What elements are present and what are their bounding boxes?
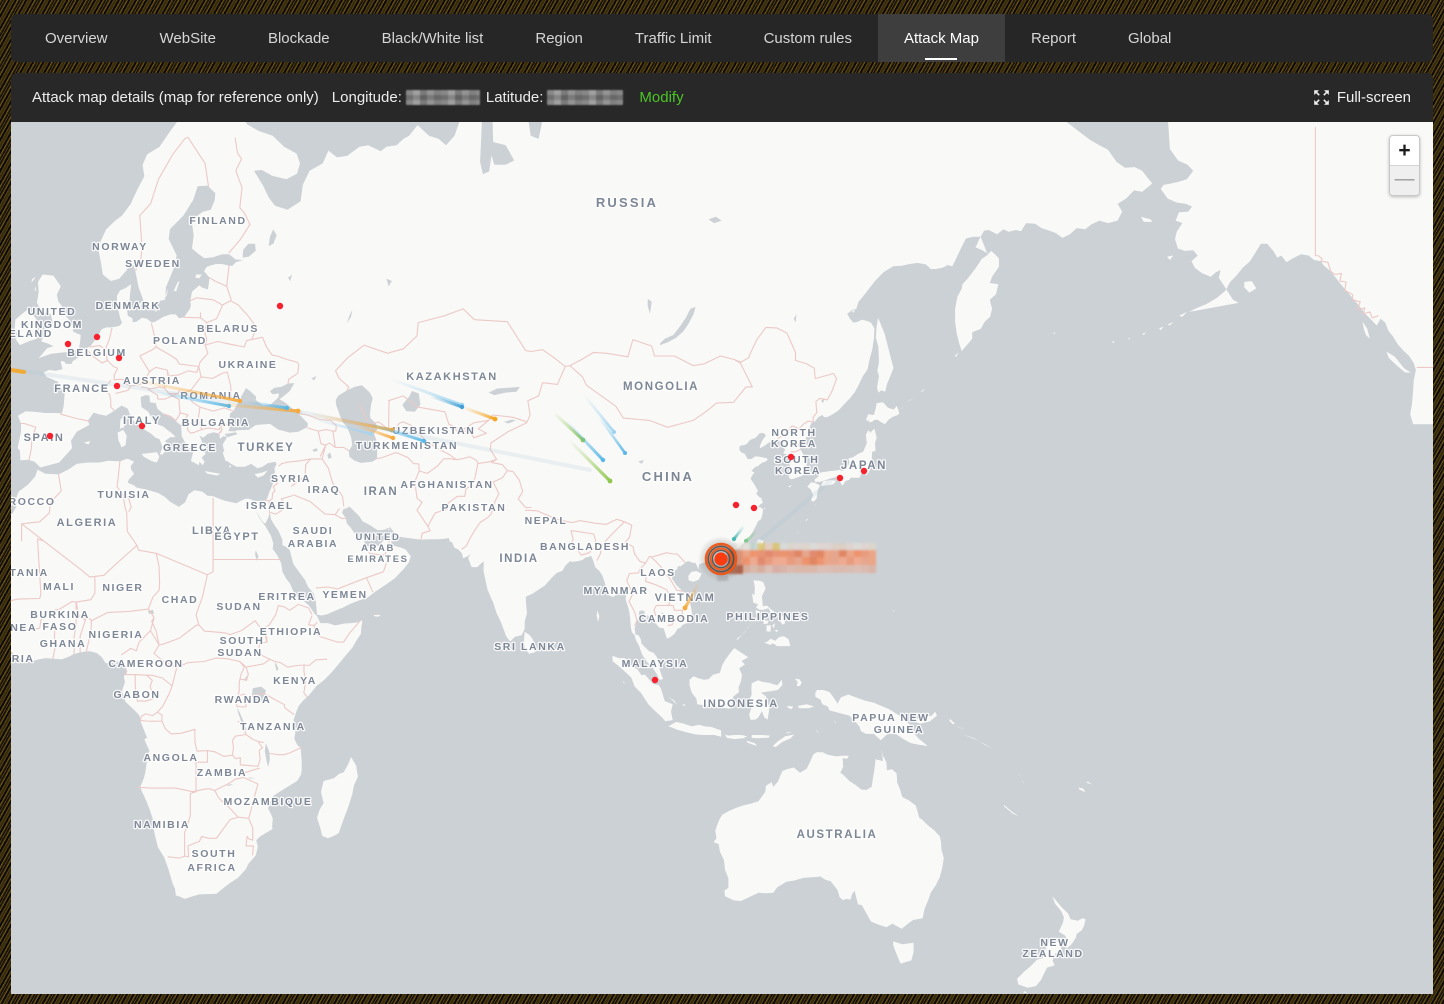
svg-text:ISRAEL: ISRAEL [246, 500, 294, 512]
svg-text:EGYPT: EGYPT [214, 531, 259, 543]
svg-text:RUSSIA: RUSSIA [596, 195, 658, 210]
svg-text:UNITED: UNITED [28, 306, 77, 318]
svg-text:SYRIA: SYRIA [271, 473, 311, 485]
svg-text:SOUTH: SOUTH [192, 848, 237, 860]
svg-text:LAOS: LAOS [640, 567, 676, 579]
svg-text:NORWAY: NORWAY [92, 241, 148, 253]
svg-text:GHANA: GHANA [40, 638, 87, 650]
svg-text:AFGHANISTAN: AFGHANISTAN [400, 479, 493, 491]
svg-text:INDONESIA: INDONESIA [703, 698, 779, 710]
svg-text:CHAD: CHAD [162, 594, 199, 606]
svg-text:PAKISTAN: PAKISTAN [442, 502, 507, 514]
svg-text:DENMARK: DENMARK [96, 300, 161, 312]
svg-text:SOUTH: SOUTH [220, 635, 265, 647]
svg-text:MAURITANIA: MAURITANIA [11, 567, 49, 579]
svg-text:NAMIBIA: NAMIBIA [134, 819, 190, 831]
svg-text:UKRAINE: UKRAINE [218, 359, 277, 371]
svg-text:FASO: FASO [43, 621, 78, 633]
svg-text:TANZANIA: TANZANIA [240, 721, 306, 733]
svg-text:ERITREA: ERITREA [258, 591, 315, 603]
svg-text:CAMBODIA: CAMBODIA [639, 613, 710, 625]
svg-text:SAUDI: SAUDI [293, 525, 334, 537]
svg-text:ARAB: ARAB [361, 543, 395, 554]
svg-text:TURKEY: TURKEY [238, 442, 295, 454]
svg-text:ZEALAND: ZEALAND [1022, 948, 1083, 960]
svg-text:SRI LANKA: SRI LANKA [494, 641, 566, 653]
svg-text:GUINEA: GUINEA [11, 622, 37, 634]
svg-text:ALGERIA: ALGERIA [57, 517, 118, 529]
svg-text:FRANCE: FRANCE [54, 383, 109, 395]
svg-text:BURKINA: BURKINA [30, 609, 90, 621]
svg-text:ARABIA: ARABIA [288, 538, 338, 550]
svg-text:UNITED: UNITED [356, 532, 401, 543]
svg-text:VIETNAM: VIETNAM [655, 592, 716, 604]
svg-text:PHILIPPINES: PHILIPPINES [727, 611, 810, 623]
svg-text:SUDAN: SUDAN [216, 601, 261, 613]
svg-text:MOROCCO: MOROCCO [11, 496, 56, 508]
svg-text:LIBERIA: LIBERIA [11, 653, 35, 665]
svg-text:AFRICA: AFRICA [187, 862, 236, 874]
svg-text:AUSTRALIA: AUSTRALIA [797, 829, 878, 841]
svg-text:BULGARIA: BULGARIA [182, 417, 250, 429]
svg-text:GABON: GABON [113, 689, 160, 701]
svg-text:MALAYSIA: MALAYSIA [622, 658, 689, 670]
svg-text:RWANDA: RWANDA [215, 694, 272, 706]
svg-text:PAPUA NEW: PAPUA NEW [852, 712, 929, 724]
svg-text:NIGER: NIGER [102, 582, 143, 594]
svg-text:TUNISIA: TUNISIA [97, 489, 150, 501]
svg-text:KENYA: KENYA [273, 675, 317, 687]
svg-text:INDIA: INDIA [499, 553, 538, 565]
svg-text:BANGLADESH: BANGLADESH [540, 541, 630, 553]
svg-text:MOZAMBIQUE: MOZAMBIQUE [224, 796, 313, 808]
svg-text:POLAND: POLAND [153, 335, 207, 347]
svg-text:KAZAKHSTAN: KAZAKHSTAN [406, 371, 498, 383]
svg-text:ANGOLA: ANGOLA [143, 752, 198, 764]
svg-text:NIGERIA: NIGERIA [89, 629, 144, 641]
svg-text:SPAIN: SPAIN [24, 432, 65, 444]
svg-text:FINLAND: FINLAND [189, 215, 246, 227]
svg-text:BELARUS: BELARUS [197, 323, 259, 335]
svg-text:IRAQ: IRAQ [308, 484, 341, 496]
svg-text:MONGOLIA: MONGOLIA [623, 381, 699, 393]
svg-text:CAMEROON: CAMEROON [108, 658, 183, 670]
svg-text:NEPAL: NEPAL [525, 515, 568, 527]
svg-text:IRAN: IRAN [364, 486, 399, 498]
svg-text:MALI: MALI [43, 581, 75, 593]
svg-text:MYANMAR: MYANMAR [583, 585, 648, 597]
svg-text:SUDAN: SUDAN [217, 647, 262, 659]
svg-text:IRELAND: IRELAND [11, 328, 53, 340]
svg-text:EMIRATES: EMIRATES [347, 554, 408, 565]
svg-text:KOREA: KOREA [771, 438, 817, 450]
svg-text:CHINA: CHINA [642, 469, 694, 484]
svg-text:SWEDEN: SWEDEN [125, 258, 181, 270]
svg-text:GUINEA: GUINEA [874, 724, 924, 736]
svg-text:YEMEN: YEMEN [322, 589, 367, 601]
svg-text:GREECE: GREECE [163, 442, 217, 454]
svg-text:KOREA: KOREA [775, 465, 821, 477]
svg-text:ETHIOPIA: ETHIOPIA [260, 626, 322, 638]
svg-text:ZAMBIA: ZAMBIA [197, 767, 247, 779]
